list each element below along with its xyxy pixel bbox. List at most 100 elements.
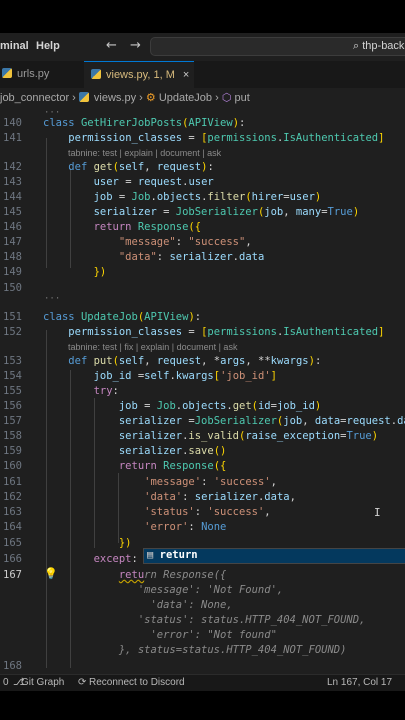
text-cursor-icon: I <box>374 506 381 519</box>
inline-suggestion: }, status=status.HTTP_404_NOT_FOUND) <box>43 644 347 656</box>
line-number: 168 <box>3 660 22 672</box>
code-line: def put(self, request, *args, **kwargs): <box>68 355 322 367</box>
line-number: 155 <box>3 385 22 397</box>
line-number: 161 <box>3 476 22 488</box>
chevron-right-icon: › <box>139 92 146 104</box>
line-number: 152 <box>3 326 22 338</box>
line-number: 156 <box>3 400 22 412</box>
code-line: 'data': serializer.data, <box>144 491 296 503</box>
code-line: permission_classes = [permissions.IsAuth… <box>68 132 385 144</box>
code-line: permission_classes = [permissions.IsAuth… <box>68 326 385 338</box>
tab-label: urls.py <box>17 68 50 80</box>
code-line: return Response({ <box>93 221 202 233</box>
line-number: 142 <box>3 161 22 173</box>
line-number: 141 <box>3 132 22 144</box>
inline-suggestion: 'message': 'Not Found', <box>43 584 284 596</box>
status-cursor-position[interactable]: Ln 167, Col 17 <box>327 675 392 691</box>
forward-arrow-icon[interactable]: → <box>130 38 141 53</box>
code-line: job = Job.objects.get(id=job_id) <box>118 400 322 412</box>
line-number: 157 <box>3 415 22 427</box>
command-center-label: thp-back <box>362 40 405 52</box>
suggestion-label: return <box>159 549 198 561</box>
code-line: }) <box>118 537 132 549</box>
line-number: 140 <box>3 117 22 129</box>
fold-ellipsis[interactable]: ··· <box>44 294 60 304</box>
chevron-right-icon: › <box>215 92 222 104</box>
code-line: return Response({ <box>118 569 227 581</box>
code-line: serializer =JobSerializer(job, data=requ… <box>118 415 405 427</box>
tabnine-codelens[interactable]: tabnine: test | explain | document | ask <box>68 148 221 158</box>
sync-icon: ⟳ <box>78 677 87 688</box>
code-line: return Response({ <box>118 460 227 472</box>
chevron-right-icon: › <box>72 92 79 104</box>
method-symbol-icon: ⬡ <box>221 92 232 104</box>
code-line: "message": "success", <box>118 236 252 248</box>
line-number: 166 <box>3 553 22 565</box>
status-git-graph[interactable]: Git Graph <box>21 675 64 691</box>
breadcrumb-folder[interactable]: job_connector <box>0 92 69 104</box>
code-line: job_id =self.kwargs['job_id'] <box>93 370 277 382</box>
breadcrumb-file[interactable]: views.py <box>94 92 136 104</box>
python-file-icon <box>78 92 89 102</box>
line-number: 144 <box>3 191 22 203</box>
code-editor[interactable]: ··· 140 class GetHirerJobPosts(APIView):… <box>0 108 405 674</box>
line-number: 164 <box>3 521 22 533</box>
breadcrumb-method[interactable]: put <box>235 92 250 104</box>
line-number: 163 <box>3 506 22 518</box>
tab-badge: 1, M <box>153 69 175 81</box>
line-number: 158 <box>3 430 22 442</box>
line-number: 146 <box>3 221 22 233</box>
status-bar: 0 ⎇ Git Graph ⟳ Reconnect to Discord Ln … <box>0 674 405 691</box>
code-line: }) <box>93 266 107 278</box>
status-discord[interactable]: Reconnect to Discord <box>89 675 185 691</box>
code-line: class GetHirerJobPosts(APIView): <box>43 117 246 129</box>
breadcrumb: job_connector › views.py › ⚙ UpdateJob ›… <box>0 88 405 108</box>
line-number: 149 <box>3 266 22 278</box>
tab-views[interactable]: views.py, 1, M × <box>84 61 194 88</box>
inline-suggestion: 'status': status.HTTP_404_NOT_FOUND, <box>43 614 366 626</box>
code-line: job = Job.objects.filter(hirer=user) <box>93 191 322 203</box>
indent-guide <box>46 138 47 268</box>
close-icon[interactable]: × <box>183 69 189 81</box>
line-number: 167 <box>3 569 22 581</box>
code-line: class UpdateJob(APIView): <box>43 311 202 323</box>
menu-help[interactable]: Help <box>36 40 60 52</box>
keyword-icon: ▤ <box>147 549 154 561</box>
tab-label: views.py <box>106 69 148 81</box>
line-number: 162 <box>3 491 22 503</box>
inline-suggestion: 'error': "Not found" <box>43 629 277 641</box>
code-line: "data": serializer.data <box>118 251 265 263</box>
code-line: 'message': 'success', <box>144 476 277 488</box>
line-number: 143 <box>3 176 22 188</box>
line-number: 145 <box>3 206 22 218</box>
status-errors[interactable]: 0 <box>3 675 9 691</box>
line-number: 148 <box>3 251 22 263</box>
line-number: 154 <box>3 370 22 382</box>
code-line: user = request.user <box>93 176 214 188</box>
inline-suggestion: 'data': None, <box>43 599 233 611</box>
back-arrow-icon[interactable]: ← <box>106 38 117 53</box>
breadcrumb-class[interactable]: UpdateJob <box>159 92 212 104</box>
code-line: def get(self, request): <box>68 161 214 173</box>
line-number: 153 <box>3 355 22 367</box>
code-line: try: <box>93 385 119 397</box>
code-line: except: <box>93 553 138 565</box>
tab-urls[interactable]: urls.py <box>0 61 82 88</box>
line-number: 151 <box>3 311 22 323</box>
code-line: serializer.save() <box>118 445 227 457</box>
python-file-icon <box>2 68 12 78</box>
line-number: 150 <box>3 282 22 294</box>
code-line: serializer = JobSerializer(job, many=Tru… <box>93 206 360 218</box>
line-number: 147 <box>3 236 22 248</box>
python-file-icon <box>91 69 101 79</box>
menu-terminal[interactable]: minal <box>0 40 29 52</box>
class-symbol-icon: ⚙ <box>145 92 156 104</box>
code-line: 'error': None <box>144 521 227 533</box>
search-icon: ⌕ <box>353 40 360 52</box>
line-number: 165 <box>3 537 22 549</box>
code-line: 'status': 'success', <box>144 506 271 518</box>
line-number: 160 <box>3 460 22 472</box>
line-number: 159 <box>3 445 22 457</box>
code-line: serializer.is_valid(raise_exception=True… <box>118 430 379 442</box>
tabnine-codelens[interactable]: tabnine: test | fix | explain | document… <box>68 342 237 352</box>
